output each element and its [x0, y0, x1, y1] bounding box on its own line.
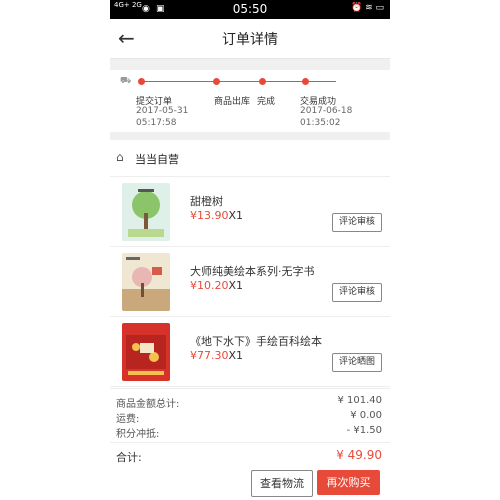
review-button[interactable]: 评论审核	[332, 283, 382, 302]
product-price: ¥13.90X1	[190, 209, 244, 222]
step-label: 完成	[257, 97, 276, 107]
summary-row: 商品金额总计: ¥ 101.40	[116, 395, 382, 410]
summary-label: 商品金额总计:	[116, 399, 180, 410]
step-label: 商品出库	[214, 97, 251, 107]
review-button[interactable]: 评论晒图	[332, 353, 382, 372]
summary-value: - ¥1.50	[346, 425, 382, 436]
summary-value: ¥ 0.00	[350, 410, 382, 421]
page-header: ← 订单详情	[110, 19, 390, 59]
store-name: 当当自营	[135, 153, 179, 166]
product-price: ¥77.30X1	[190, 349, 244, 362]
action-bar: 查看物流 再次购买	[110, 466, 390, 500]
summary-row: 运费: ¥ 0.00	[116, 410, 382, 425]
section-divider	[110, 132, 390, 140]
list-item[interactable]: 大师纯美绘本系列·无字书 ¥10.20X1 评论审核	[110, 247, 390, 317]
book-cover	[122, 183, 170, 241]
timeline-dot	[302, 78, 309, 85]
wifi-icon: ≋	[365, 3, 373, 13]
order-timeline: ⛟ 提交订单 2017-05-31 05:17:58 商品出库 完成 交易成功 …	[110, 70, 390, 132]
summary-label: 运费:	[116, 414, 140, 425]
total-label: 合计:	[116, 451, 142, 464]
timeline-dot	[213, 78, 220, 85]
summary-label: 积分冲抵:	[116, 429, 160, 440]
product-name: 《地下水下》手绘百科绘本	[190, 335, 322, 348]
list-item[interactable]: 甜橙树 ¥13.90X1 评论审核	[110, 177, 390, 247]
book-cover	[122, 323, 170, 381]
review-button[interactable]: 评论审核	[332, 213, 382, 232]
battery-icon: ▭	[375, 3, 384, 13]
step-date: 2017-06-18	[300, 106, 353, 116]
timeline-dot	[138, 78, 145, 85]
phone-screen: 4G+ 2G ◉ ▣ 05:50 ⏰ ≋ ▭ ← 订单详情 ⛟ 提交订单 201…	[110, 0, 390, 500]
status-bar: 4G+ 2G ◉ ▣ 05:50 ⏰ ≋ ▭	[110, 0, 390, 19]
alarm-icon: ⏰	[350, 3, 363, 13]
product-name: 大师纯美绘本系列·无字书	[190, 265, 315, 278]
status-icons: ⏰ ≋ ▭	[351, 3, 384, 13]
truck-icon: ⛟	[120, 76, 132, 86]
page-title: 订单详情	[222, 32, 278, 48]
buy-again-button[interactable]: 再次购买	[317, 470, 380, 495]
order-total: 合计: ¥ 49.90	[110, 442, 390, 467]
step-date: 2017-05-31	[136, 106, 189, 116]
view-logistics-button[interactable]: 查看物流	[251, 470, 313, 497]
product-price: ¥10.20X1	[190, 279, 244, 292]
status-time: 05:50	[232, 2, 268, 16]
home-icon: ⌂	[116, 150, 124, 164]
summary-row: 积分冲抵: - ¥1.50	[116, 425, 382, 440]
step-time: 01:35:02	[300, 118, 341, 128]
book-cover	[122, 253, 170, 311]
order-summary: 商品金额总计: ¥ 101.40 运费: ¥ 0.00 积分冲抵: - ¥1.5…	[110, 388, 390, 441]
summary-value: ¥ 101.40	[337, 395, 382, 406]
timeline-dot	[259, 78, 266, 85]
list-item[interactable]: 《地下水下》手绘百科绘本 ¥77.30X1 评论晒图	[110, 317, 390, 387]
product-name: 甜橙树	[190, 195, 223, 208]
step-time: 05:17:58	[136, 118, 177, 128]
section-divider	[110, 59, 390, 70]
store-row[interactable]: ⌂ 当当自营	[110, 140, 390, 177]
total-value: ¥ 49.90	[336, 448, 382, 462]
